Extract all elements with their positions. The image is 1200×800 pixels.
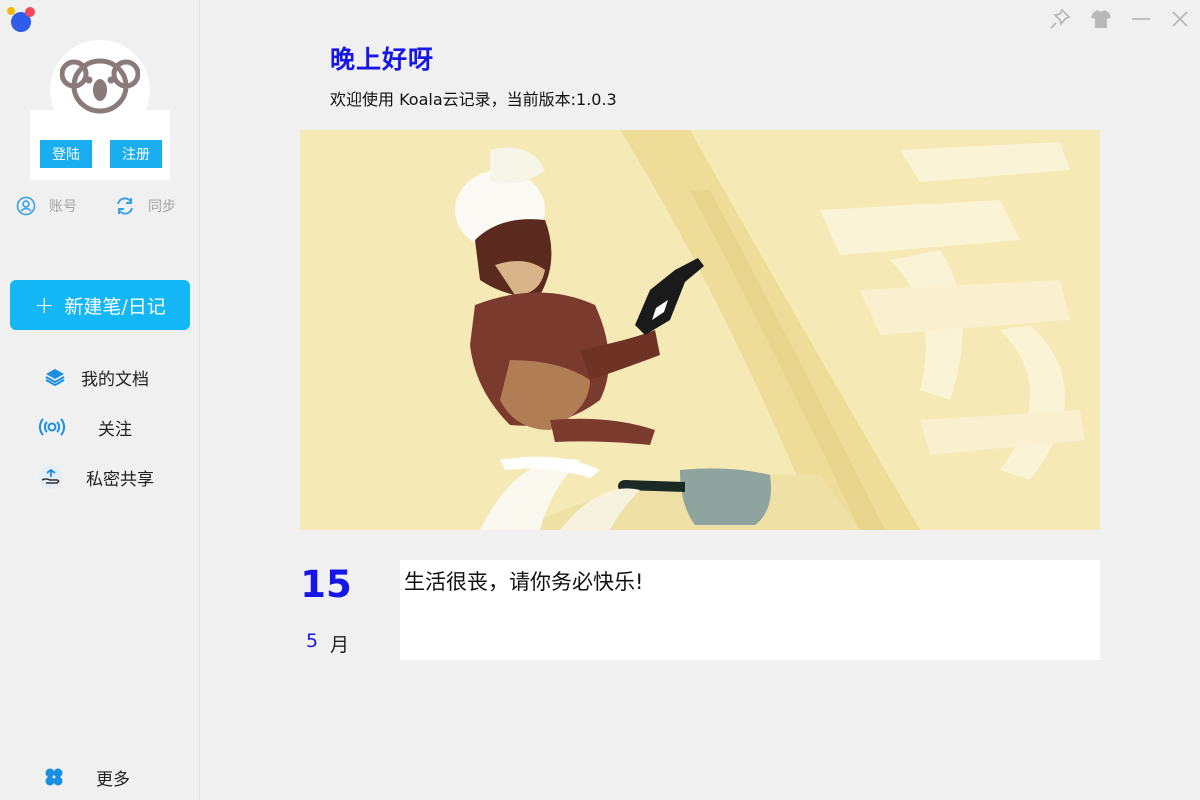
new-note-label: 新建笔/日记 [64,295,166,318]
close-button[interactable] [1167,6,1193,32]
skin-button[interactable] [1088,6,1114,32]
clover-icon [41,764,67,790]
minimize-icon [1132,18,1150,20]
sidebar: 登陆 注册 账号 同步 + 新建笔/日记 我的文档 关注 私密共享 更多 [0,0,200,800]
welcome-text: 欢迎使用 Koala云记录，当前版本:1.0.3 [330,90,617,109]
quote-text: 生活很丧，请你务必快乐! [404,570,644,594]
account-label: 账号 [49,199,77,215]
account-link[interactable]: 账号 [15,195,77,217]
sidebar-item-my-documents[interactable]: 我的文档 [0,357,200,397]
app-logo-icon [7,7,35,32]
minimize-button[interactable] [1128,6,1154,32]
sidebar-item-label: 关注 [98,419,132,440]
date-day: 15 [300,563,352,606]
sidebar-item-label: 更多 [96,769,130,790]
banner-image [300,130,1100,530]
sync-link[interactable]: 同步 [114,195,176,217]
date-month-label: 月 [330,634,350,656]
shirt-icon [1091,10,1111,28]
sidebar-item-follow[interactable]: 关注 [0,407,200,447]
greeting-title: 晚上好呀 [330,45,435,74]
sidebar-item-more[interactable]: 更多 [0,757,200,797]
sidebar-item-label: 私密共享 [86,469,154,490]
login-button[interactable]: 登陆 [40,140,92,168]
date-month-number: 5 [306,630,319,652]
broadcast-icon [39,414,65,440]
sync-label: 同步 [148,199,176,215]
avatar[interactable] [50,40,150,140]
sidebar-item-private-share[interactable]: 私密共享 [0,457,200,497]
close-icon [1172,11,1188,27]
user-circle-icon [15,195,37,217]
plus-icon: + [34,291,55,319]
register-button[interactable]: 注册 [110,140,162,168]
layers-icon [42,364,68,390]
sidebar-item-label: 我的文档 [81,369,149,390]
share-hand-icon [38,464,64,490]
daily-quote: 生活很丧，请你务必快乐! [400,560,1100,660]
pin-icon [1050,8,1071,29]
koala-icon [60,58,140,114]
sync-icon [114,195,136,217]
pin-button[interactable] [1047,6,1073,32]
new-note-button[interactable]: + 新建笔/日记 [10,280,190,330]
